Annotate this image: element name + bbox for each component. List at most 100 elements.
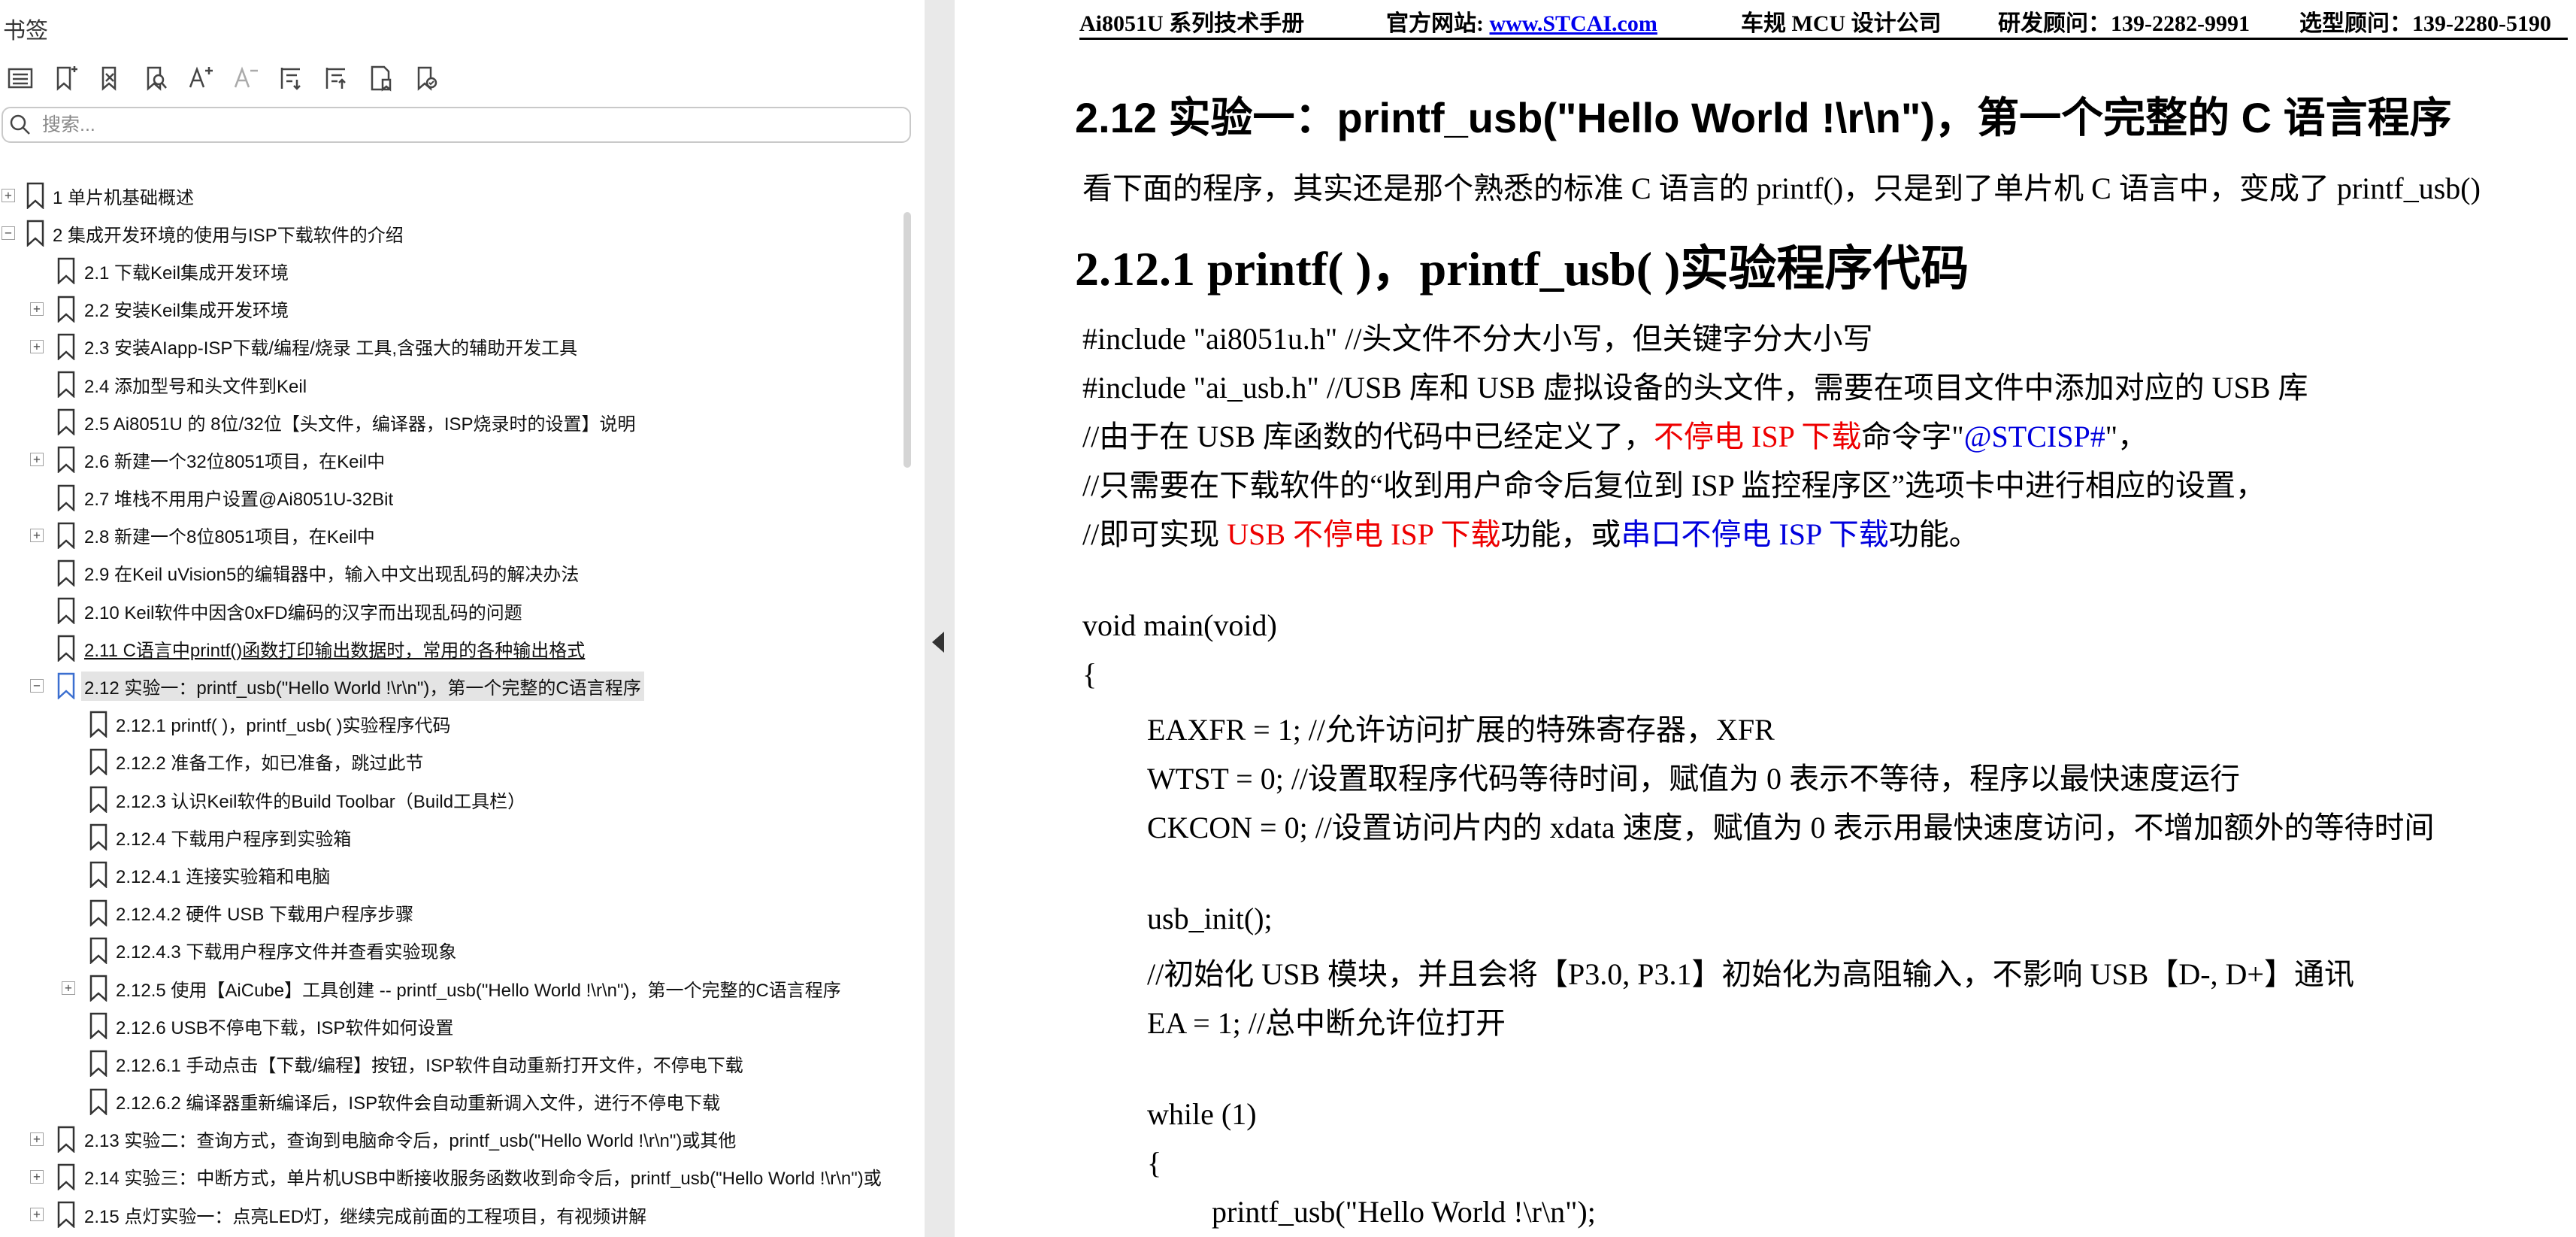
code-line-8: EAXFR = 1; //允许访问扩展的特殊寄存器，XFR — [1147, 713, 1775, 747]
bookmark-item[interactable]: 2.11 C语言中printf()函数打印输出数据时，常用的各种输出格式 — [0, 629, 925, 667]
bookmark-item[interactable]: 2.9 在Keil uVision5的编辑器中，输入中文出现乱码的解决办法 — [0, 554, 925, 592]
bookmark-label: 2.12.6 USB不停电下载，ISP软件如何设置 — [116, 1017, 454, 1038]
bookmark-item[interactable]: 2.12.4.2 硬件 USB 下载用户程序步骤 — [0, 894, 925, 932]
search-input[interactable] — [41, 113, 870, 137]
collapse-toggle-icon[interactable]: − — [2, 226, 15, 241]
bookmark-item[interactable]: 2.5 Ai8051U 的 8位/32位【头文件，编译器，ISP烧录时的设置】说… — [0, 403, 925, 441]
expand-toggle-icon[interactable]: + — [30, 1132, 44, 1146]
bookmark-properties-icon[interactable] — [364, 62, 398, 95]
code-line-10: CKCON = 0; //设置访问片内的 xdata 速度，赋值为 0 表示用最… — [1147, 811, 2435, 844]
bookmarks-panel: 书签 搜索... + 1 单片机基础概述 − 2 集成开发环境的使用与ISP下载… — [0, 0, 925, 1237]
bookmark-label: 2.3 安装AIapp-ISP下载/编程/烧录 工具,含强大的辅助开发工具 — [84, 338, 578, 359]
bookmark-item[interactable]: +2.6 新建一个32位8051项目，在Keil中 — [0, 441, 925, 478]
bookmark-label: 2.12 实验一：printf_usb("Hello World !\r\n")… — [81, 672, 644, 702]
bookmark-item[interactable]: 2.12.1 printf( )，printf_usb( )实验程序代码 — [0, 705, 925, 743]
bookmark-icon — [56, 672, 76, 701]
code-line-3: //由于在 USB 库函数的代码中已经定义了，不停电 ISP 下载命令字"@ST… — [1082, 412, 2148, 456]
section-heading: 2.12 实验一：printf_usb("Hello World !\r\n")… — [1075, 94, 2452, 141]
bookmark-item[interactable]: 2.12.4.1 连接实验箱和电脑 — [0, 856, 925, 893]
bookmark-item[interactable]: 2.12.2 准备工作，如已准备，跳过此节 — [0, 743, 925, 781]
expand-toggle-icon[interactable]: + — [30, 453, 44, 467]
bookmark-toolbar — [3, 62, 443, 95]
blue-highlight: @STCISP# — [1963, 420, 2105, 453]
blue-highlight: 串口不停电 ISP 下载 — [1621, 517, 1889, 551]
expand-all-icon[interactable] — [274, 62, 308, 95]
bookmark-icon — [89, 823, 108, 851]
bookmark-icon — [56, 296, 76, 323]
page-header: Ai8051U 系列技术手册 官方网站: www.STCAI.com 车规 MC… — [1079, 0, 2568, 40]
bookmark-item[interactable]: +2.14 实验三：中断方式，单片机USB中断接收服务函数收到命令后，print… — [0, 1158, 925, 1196]
bookmark-label: 2.15 点灯实验一：点亮LED灯，继续完成前面的工程项目，有视频讲解 — [84, 1206, 647, 1227]
search-box[interactable] — [2, 107, 911, 143]
bookmark-item[interactable]: +2.3 安装AIapp-ISP下载/编程/烧录 工具,含强大的辅助开发工具 — [0, 328, 925, 365]
expand-toggle-icon[interactable]: + — [30, 339, 44, 353]
bookmark-label: 2.11 C语言中printf()函数打印输出数据时，常用的各种输出格式 — [84, 640, 586, 661]
bookmark-icon — [89, 861, 108, 890]
bookmark-item[interactable]: +2.13 实验二：查询方式，查询到电脑命令后，printf_usb("Hell… — [0, 1120, 925, 1158]
bookmark-icon — [26, 182, 45, 210]
code-line-6: void main(void) — [1082, 608, 1277, 642]
tag-bookmark-icon[interactable] — [409, 62, 443, 95]
code-comment: //由于在 USB 库函数的代码中已经定义了， — [1082, 420, 1654, 453]
tree-scrollbar[interactable] — [904, 212, 911, 468]
code-line-15: { — [1147, 1146, 1162, 1180]
bookmark-icon — [56, 333, 76, 361]
bookmark-item[interactable]: 2.12.3 认识Keil软件的Build Toolbar（Build工具栏） — [0, 781, 925, 818]
code-line-4: //只需要在下载软件的“收到用户命令后复位到 ISP 监控程序区”选项卡中进行相… — [1082, 468, 2266, 502]
bookmark-item[interactable]: 2.10 Keil软件中因含0xFD编码的汉字而出现乱码的问题 — [0, 592, 925, 629]
expand-toggle-icon[interactable]: + — [62, 981, 75, 995]
collapse-all-icon[interactable] — [319, 62, 353, 95]
bookmark-label: 2.12.2 准备工作，如已准备，跳过此节 — [116, 753, 424, 775]
bookmark-label: 2.5 Ai8051U 的 8位/32位【头文件，编译器，ISP烧录时的设置】说… — [84, 414, 636, 435]
search-icon — [10, 114, 30, 135]
bookmark-label: 2.12.3 认识Keil软件的Build Toolbar（Build工具栏） — [116, 791, 526, 812]
bookmark-item[interactable]: 2.1 下载Keil集成开发环境 — [0, 252, 925, 290]
bookmark-item[interactable]: +1 单片机基础概述 — [0, 177, 925, 214]
bookmark-icon — [56, 1126, 76, 1154]
expand-toggle-icon[interactable]: + — [30, 528, 44, 542]
bookmark-label: 2.12.4.1 连接实验箱和电脑 — [116, 866, 331, 887]
document-page: Ai8051U 系列技术手册 官方网站: www.STCAI.com 车规 MC… — [955, 0, 2576, 1237]
bookmark-item[interactable]: 2.12.6.1 手动点击【下载/编程】按钮，ISP软件自动重新打开文件，不停电… — [0, 1044, 925, 1082]
bookmark-item[interactable]: +2.8 新建一个8位8051项目，在Keil中 — [0, 517, 925, 554]
reduce-text-size-icon[interactable] — [229, 62, 263, 95]
bookmark-item[interactable]: 2.4 添加型号和头文件到Keil — [0, 365, 925, 403]
code-line-16: printf_usb("Hello World !\r\n"); — [1212, 1195, 1596, 1229]
bookmark-item[interactable]: 2.12.4.3 下载用户程序文件并查看实验现象 — [0, 932, 925, 969]
bookmark-item[interactable]: +2.2 安装Keil集成开发环境 — [0, 290, 925, 328]
find-bookmark-icon[interactable] — [138, 62, 173, 95]
expand-toggle-icon[interactable]: + — [30, 1208, 44, 1222]
bookmark-item[interactable]: +2.12.5 使用【AiCube】工具创建 -- printf_usb("He… — [0, 969, 925, 1007]
bookmark-icon — [89, 1088, 108, 1116]
code-comment: //即可实现 — [1082, 517, 1227, 551]
bookmark-label: 2.4 添加型号和头文件到Keil — [84, 376, 307, 397]
bookmark-item[interactable]: − 2.12 实验一：printf_usb("Hello World !\r\n"… — [0, 667, 925, 705]
bookmark-item[interactable]: 2.12.6 USB不停电下载，ISP软件如何设置 — [0, 1007, 925, 1044]
expand-toggle-icon[interactable]: + — [30, 302, 44, 316]
bookmark-icon — [56, 635, 76, 663]
website-link[interactable]: www.STCAI.com — [1490, 11, 1657, 36]
options-menu-icon[interactable] — [3, 62, 38, 95]
bookmark-item[interactable]: +2.15 点灯实验一：点亮LED灯，继续完成前面的工程项目，有视频讲解 — [0, 1196, 925, 1233]
new-bookmark-icon[interactable] — [48, 62, 83, 95]
collapse-panel-icon[interactable] — [932, 632, 944, 653]
bookmark-icon — [89, 1012, 108, 1040]
bookmark-icon — [56, 597, 76, 625]
red-highlight: 不停电 ISP 下载 — [1654, 420, 1862, 453]
code-comment: 功能，或 — [1500, 517, 1621, 551]
delete-bookmark-icon[interactable] — [93, 62, 128, 95]
expand-toggle-icon[interactable]: + — [2, 189, 15, 202]
expand-text-size-icon[interactable] — [183, 62, 218, 95]
bookmark-item[interactable]: 2.7 堆栈不用用户设置@Ai8051U-32Bit — [0, 479, 925, 517]
bookmark-label: 2 集成开发环境的使用与ISP下载软件的介绍 — [53, 225, 404, 246]
bookmark-item[interactable]: 2.12.4 下载用户程序到实验箱 — [0, 818, 925, 856]
bookmark-item[interactable]: 2.12.6.2 编译器重新编译后，ISP软件会自动重新调入文件，进行不停电下载 — [0, 1083, 925, 1120]
code-line-1: #include "ai8051u.h" //头文件不分大小写，但关键字分大小写 — [1082, 322, 1873, 356]
collapse-toggle-icon[interactable]: − — [30, 679, 44, 693]
bookmark-label: 2.2 安装Keil集成开发环境 — [84, 301, 289, 322]
bookmark-icon — [89, 748, 108, 776]
expand-toggle-icon[interactable]: + — [30, 1169, 44, 1184]
bookmark-item[interactable]: − 2 集成开发环境的使用与ISP下载软件的介绍 — [0, 214, 925, 252]
code-line-12: //初始化 USB 模块，并且会将【P3.0, P3.1】初始化为高阻输入，不影… — [1147, 957, 2354, 991]
panel-splitter[interactable] — [925, 0, 955, 1237]
